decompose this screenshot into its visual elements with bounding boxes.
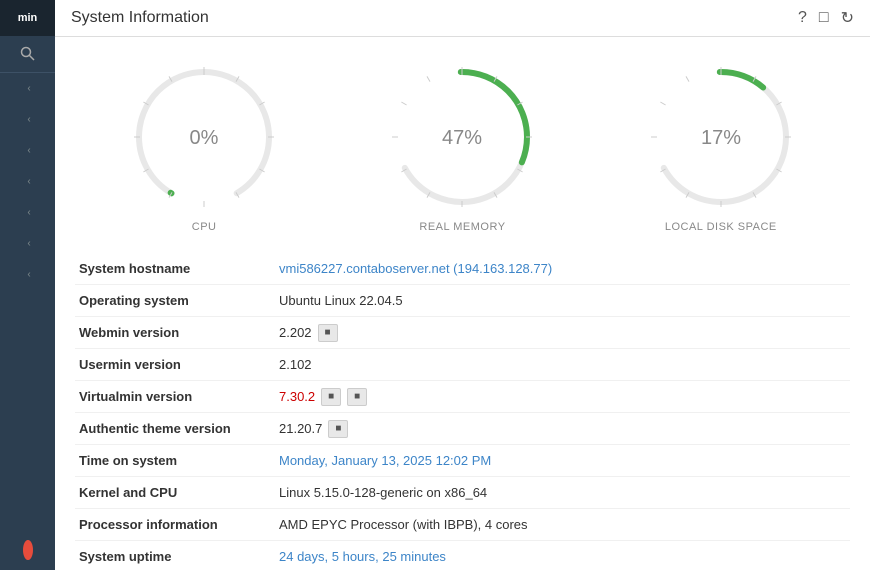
uptime-value[interactable]: 24 days, 5 hours, 25 minutes: [279, 549, 446, 564]
svg-text:47%: 47%: [442, 127, 482, 149]
authentic-update-icon[interactable]: ■: [328, 420, 348, 438]
sidebar-item-6[interactable]: ‹: [0, 228, 55, 259]
os-label: Operating system: [79, 293, 279, 308]
disk-label: LOCAL DISK SPACE: [665, 221, 777, 233]
chevron-icon-4: ‹: [27, 176, 30, 187]
chevron-icon-5: ‹: [27, 207, 30, 218]
processor-value: AMD EPYC Processor (with IBPB), 4 cores: [279, 517, 528, 532]
sidebar: min ‹ ‹ ‹ ‹ ‹ ‹ ‹: [0, 0, 55, 570]
memory-gauge: 47% REAL MEMORY: [372, 57, 552, 233]
cpu-gauge: 0% CPU: [114, 57, 294, 233]
virtualmin-icon-2[interactable]: ■: [347, 388, 367, 406]
webmin-version-text: 2.202: [279, 325, 312, 340]
cpu-gauge-chart: 0%: [124, 57, 284, 217]
row-os: Operating system Ubuntu Linux 22.04.5: [75, 285, 850, 317]
webmin-value: 2.202 ■: [279, 324, 338, 342]
chevron-icon-6: ‹: [27, 238, 30, 249]
sidebar-nav: ‹ ‹ ‹ ‹ ‹ ‹ ‹: [0, 73, 55, 530]
virtualmin-value: 7.30.2 ■ ■: [279, 388, 367, 406]
sidebar-item-2[interactable]: ‹: [0, 104, 55, 135]
webmin-label: Webmin version: [79, 325, 279, 340]
disk-gauge-chart: 17%: [641, 57, 801, 217]
gauges-section: 0% CPU: [55, 37, 870, 243]
sidebar-item-3[interactable]: ‹: [0, 135, 55, 166]
window-icon[interactable]: □: [819, 9, 829, 27]
refresh-icon[interactable]: ↻: [841, 8, 854, 28]
uptime-label: System uptime: [79, 549, 279, 564]
hostname-label: System hostname: [79, 261, 279, 276]
row-processor: Processor information AMD EPYC Processor…: [75, 509, 850, 541]
sidebar-active-indicator[interactable]: [23, 540, 33, 560]
page-title: System Information: [71, 9, 209, 27]
cpu-label: CPU: [192, 221, 217, 233]
kernel-label: Kernel and CPU: [79, 485, 279, 500]
sidebar-item-5[interactable]: ‹: [0, 197, 55, 228]
authentic-label: Authentic theme version: [79, 421, 279, 436]
sidebar-item-4[interactable]: ‹: [0, 166, 55, 197]
virtualmin-label: Virtualmin version: [79, 389, 279, 404]
info-table: System hostname vmi586227.contaboserver.…: [55, 243, 870, 570]
sidebar-item-1[interactable]: ‹: [0, 73, 55, 104]
hostname-value[interactable]: vmi586227.contaboserver.net (194.163.128…: [279, 261, 552, 276]
virtualmin-icon-1[interactable]: ■: [321, 388, 341, 406]
row-usermin: Usermin version 2.102: [75, 349, 850, 381]
row-webmin: Webmin version 2.202 ■: [75, 317, 850, 349]
help-icon[interactable]: ?: [798, 9, 807, 27]
sidebar-bottom: [0, 530, 55, 570]
row-time: Time on system Monday, January 13, 2025 …: [75, 445, 850, 477]
sidebar-search[interactable]: [0, 36, 55, 73]
memory-label: REAL MEMORY: [419, 221, 505, 233]
webmin-update-icon[interactable]: ■: [318, 324, 338, 342]
virtualmin-version-text: 7.30.2: [279, 389, 315, 404]
page-header: System Information ? □ ↻: [55, 0, 870, 37]
row-uptime: System uptime 24 days, 5 hours, 25 minut…: [75, 541, 850, 570]
time-value[interactable]: Monday, January 13, 2025 12:02 PM: [279, 453, 491, 468]
disk-gauge: 17% LOCAL DISK SPACE: [631, 57, 811, 233]
processor-label: Processor information: [79, 517, 279, 532]
memory-gauge-chart: 47%: [382, 57, 542, 217]
svg-text:0%: 0%: [190, 127, 219, 149]
chevron-icon-3: ‹: [27, 145, 30, 156]
row-hostname: System hostname vmi586227.contaboserver.…: [75, 253, 850, 285]
kernel-value: Linux 5.15.0-128-generic on x86_64: [279, 485, 487, 500]
time-label: Time on system: [79, 453, 279, 468]
chevron-icon-7: ‹: [27, 269, 30, 280]
chevron-icon-1: ‹: [27, 83, 30, 94]
row-kernel: Kernel and CPU Linux 5.15.0-128-generic …: [75, 477, 850, 509]
header-actions: ? □ ↻: [798, 8, 854, 28]
main-content: System Information ? □ ↻: [55, 0, 870, 570]
usermin-value: 2.102: [279, 357, 312, 372]
row-authentic: Authentic theme version 21.20.7 ■: [75, 413, 850, 445]
authentic-version-text: 21.20.7: [279, 421, 322, 436]
authentic-value: 21.20.7 ■: [279, 420, 348, 438]
chevron-icon-2: ‹: [27, 114, 30, 125]
svg-text:17%: 17%: [701, 127, 741, 149]
sidebar-brand: min: [0, 0, 55, 36]
os-value: Ubuntu Linux 22.04.5: [279, 293, 403, 308]
usermin-label: Usermin version: [79, 357, 279, 372]
row-virtualmin: Virtualmin version 7.30.2 ■ ■: [75, 381, 850, 413]
sidebar-item-7[interactable]: ‹: [0, 259, 55, 290]
